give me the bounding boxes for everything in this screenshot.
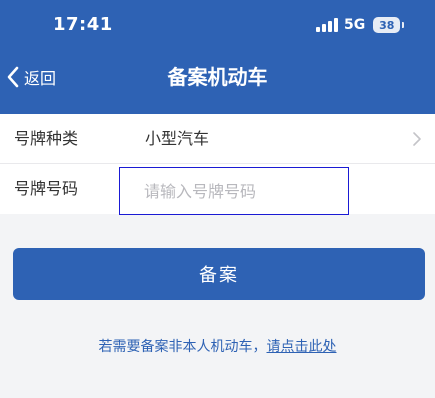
hint-text: 若需要备案非本人机动车，请点击此处	[0, 336, 435, 356]
plate-number-input[interactable]	[119, 167, 349, 215]
back-label: 返回	[24, 69, 57, 88]
plate-number-row: 号牌号码	[0, 164, 435, 215]
plate-type-row[interactable]: 号牌种类 小型汽车	[0, 114, 435, 164]
top-bar: 17:41 5G 38 返回 备案机动车	[0, 0, 435, 114]
plate-number-label: 号牌号码	[14, 179, 79, 198]
page-title: 备案机动车	[167, 65, 268, 89]
plate-type-label: 号牌种类	[14, 129, 79, 148]
vehicle-form: 号牌种类 小型汽车 号牌号码	[0, 114, 435, 215]
status-indicators: 5G 38	[316, 14, 405, 36]
click-here-link[interactable]: 请点击此处	[267, 339, 337, 355]
network-type: 5G	[344, 17, 366, 33]
status-time: 17:41	[53, 14, 113, 35]
plate-type-value: 小型汽车	[145, 129, 210, 148]
battery-level: 38	[379, 18, 395, 32]
chevron-right-icon	[413, 132, 421, 146]
submit-button[interactable]: 备案	[13, 248, 425, 300]
signal-icon	[316, 18, 340, 32]
battery-icon: 38	[373, 17, 405, 33]
chevron-left-icon	[7, 66, 19, 88]
back-button[interactable]: 返回	[6, 62, 56, 92]
hint-message: 若需要备案非本人机动车，	[98, 339, 267, 355]
